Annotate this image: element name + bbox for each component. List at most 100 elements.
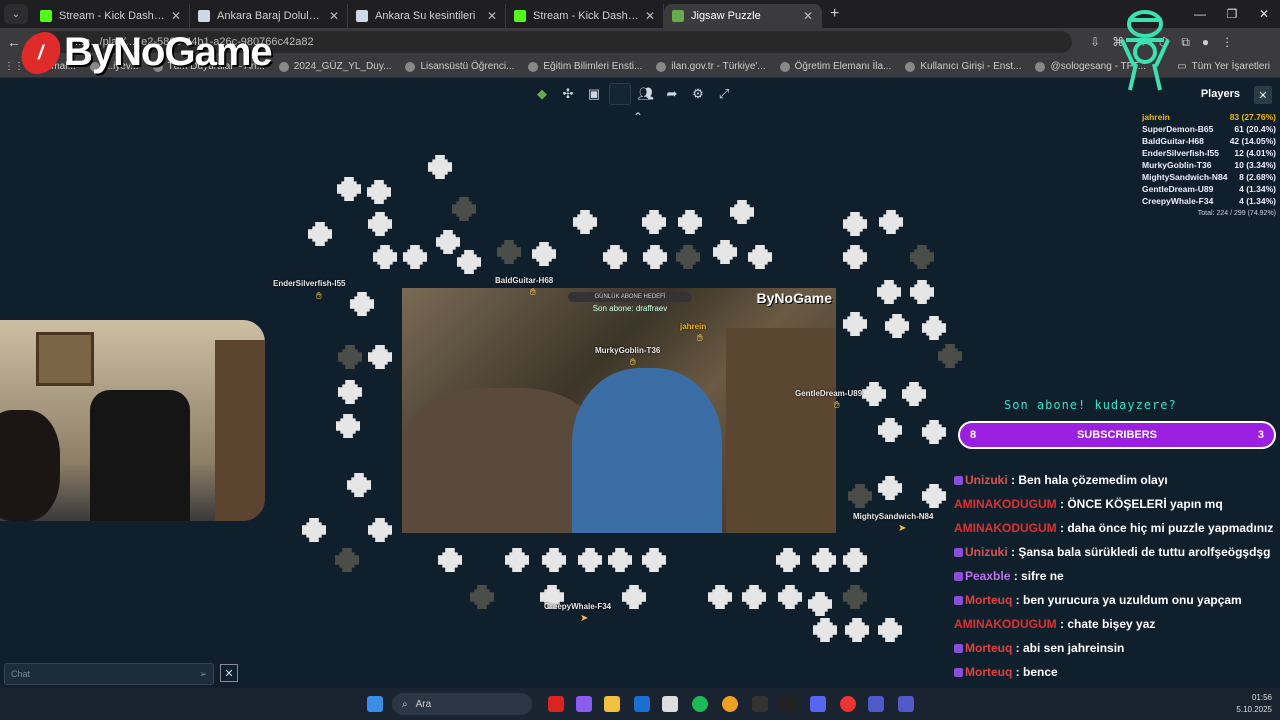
puzzle-piece[interactable]: [922, 316, 946, 340]
tab-search-button[interactable]: ⌄: [4, 4, 28, 24]
profile-icon[interactable]: ●: [1202, 35, 1209, 50]
puzzle-piece[interactable]: [335, 548, 359, 572]
puzzle-piece[interactable]: [505, 548, 529, 572]
puzzle-piece[interactable]: [622, 585, 646, 609]
puzzle-piece[interactable]: [878, 476, 902, 500]
browser-tab[interactable]: Ankara Su kesintileri ✕: [348, 4, 506, 28]
puzzle-piece[interactable]: [603, 245, 627, 269]
puzzle-piece[interactable]: [642, 210, 666, 234]
fullscreen-icon[interactable]: ⤢: [713, 83, 735, 105]
puzzle-piece[interactable]: [843, 548, 867, 572]
puzzle-piece[interactable]: [885, 314, 909, 338]
puzzle-piece[interactable]: [302, 518, 326, 542]
menu-icon[interactable]: ⋮: [1221, 35, 1233, 50]
browser-tab[interactable]: Stream - Kick Dashboard ✕: [506, 4, 664, 28]
puzzle-piece[interactable]: [862, 382, 886, 406]
puzzle-piece[interactable]: [778, 585, 802, 609]
puzzle-piece[interactable]: [843, 212, 867, 236]
epic-games-icon[interactable]: [780, 696, 796, 712]
puzzle-piece[interactable]: [808, 592, 832, 616]
puzzle-piece[interactable]: [367, 180, 391, 204]
close-window-button[interactable]: ✕: [1248, 0, 1280, 28]
puzzle-piece[interactable]: [470, 585, 494, 609]
puzzle-piece[interactable]: [879, 210, 903, 234]
puzzle-piece[interactable]: [708, 585, 732, 609]
discord-icon[interactable]: [810, 696, 826, 712]
puzzle-piece[interactable]: [542, 548, 566, 572]
puzzle-board[interactable]: GÜNLÜK ABONE HEDEFİ Son abone: draffraev…: [402, 288, 836, 533]
close-tab-icon[interactable]: ✕: [171, 9, 181, 23]
puzzle-piece[interactable]: [878, 418, 902, 442]
clock[interactable]: 01:56 5.10.2025: [1236, 692, 1272, 716]
puzzle-piece[interactable]: [608, 548, 632, 572]
puzzle-piece[interactable]: [338, 380, 362, 404]
bookmark-item[interactable]: ilan.gov.tr - Türkiye'...: [656, 61, 766, 72]
puzzle-piece[interactable]: [843, 312, 867, 336]
puzzle-piece[interactable]: [337, 177, 361, 201]
puzzle-piece[interactable]: [843, 585, 867, 609]
send-icon[interactable]: ➢: [199, 669, 207, 680]
puzzle-piece[interactable]: [368, 212, 392, 236]
puzzle-piece[interactable]: [338, 345, 362, 369]
puzzle-piece[interactable]: [368, 345, 392, 369]
bookmark-item[interactable]: Kullanıcı Girişi - Enst...: [905, 61, 1021, 72]
settings-gear-icon[interactable]: ⚙: [687, 83, 709, 105]
close-tab-icon[interactable]: ✕: [487, 9, 497, 23]
puzzle-piece[interactable]: [845, 618, 869, 642]
browser-tab[interactable]: Stream - Kick Dashboard ✕: [32, 4, 190, 28]
store-icon[interactable]: [662, 696, 678, 712]
puzzle-piece[interactable]: [813, 618, 837, 642]
puzzle-piece[interactable]: [730, 200, 754, 224]
puzzle-piece[interactable]: [910, 245, 934, 269]
close-players-button[interactable]: ✕: [1254, 86, 1272, 104]
players-icon[interactable]: 👥︎: [635, 83, 657, 105]
puzzle-piece[interactable]: [497, 240, 521, 264]
puzzle-piece[interactable]: [438, 548, 462, 572]
copilot-icon[interactable]: [576, 696, 592, 712]
puzzle-piece[interactable]: [336, 414, 360, 438]
browser-tab[interactable]: Ankara Baraj Doluluk Oranları ✕: [190, 4, 348, 28]
maximize-button[interactable]: ❐: [1216, 0, 1248, 28]
close-tab-icon[interactable]: ✕: [645, 9, 655, 23]
puzzle-piece[interactable]: [848, 484, 872, 508]
puzzle-piece[interactable]: [812, 548, 836, 572]
puzzle-piece[interactable]: [922, 484, 946, 508]
pieces-icon[interactable]: ✣: [557, 83, 579, 105]
puzzle-piece[interactable]: [878, 618, 902, 642]
outlook-icon[interactable]: [634, 696, 650, 712]
puzzle-piece[interactable]: [643, 245, 667, 269]
preview-icon[interactable]: ▣: [583, 83, 605, 105]
all-bookmarks[interactable]: ▭ Tüm Yer İşaretleri: [1177, 61, 1270, 72]
puzzle-piece[interactable]: [910, 280, 934, 304]
bookmark-item[interactable]: Öğretim Elemanı İla...: [779, 61, 891, 72]
app-red-icon[interactable]: [548, 696, 564, 712]
obs-icon[interactable]: [752, 696, 768, 712]
bookmark-item[interactable]: Lisansüstü Öğrenci...: [405, 61, 514, 72]
puzzle-piece[interactable]: [676, 245, 700, 269]
bookmark-item[interactable]: Eğitim Bilimleri Ensti...: [528, 61, 642, 72]
puzzle-piece[interactable]: [452, 197, 476, 221]
chat-input[interactable]: Chat ➢: [4, 663, 214, 685]
puzzle-piece[interactable]: [428, 155, 452, 179]
puzzle-piece[interactable]: [642, 548, 666, 572]
close-chat-button[interactable]: ✕: [220, 664, 238, 682]
puzzle-piece[interactable]: [350, 292, 374, 316]
puzzle-piece[interactable]: [742, 585, 766, 609]
chrome-icon[interactable]: [722, 696, 738, 712]
background-color-button[interactable]: [609, 83, 631, 105]
puzzle-piece[interactable]: [457, 250, 481, 274]
taskbar-search[interactable]: ⌕ Ara: [392, 693, 532, 715]
puzzle-piece[interactable]: [436, 230, 460, 254]
share-icon[interactable]: ➦: [661, 83, 683, 105]
new-tab-button[interactable]: +: [830, 5, 839, 23]
close-tab-icon[interactable]: ✕: [803, 9, 813, 23]
teams-icon[interactable]: [868, 696, 884, 712]
puzzle-piece[interactable]: [843, 245, 867, 269]
puzzle-piece[interactable]: [938, 344, 962, 368]
puzzle-piece[interactable]: [347, 473, 371, 497]
collapse-toolbar-icon[interactable]: ⌃: [633, 110, 643, 124]
puzzle-piece[interactable]: [678, 210, 702, 234]
windows-start-icon[interactable]: [367, 696, 383, 712]
puzzle-piece[interactable]: [308, 222, 332, 246]
puzzle-piece[interactable]: [578, 548, 602, 572]
